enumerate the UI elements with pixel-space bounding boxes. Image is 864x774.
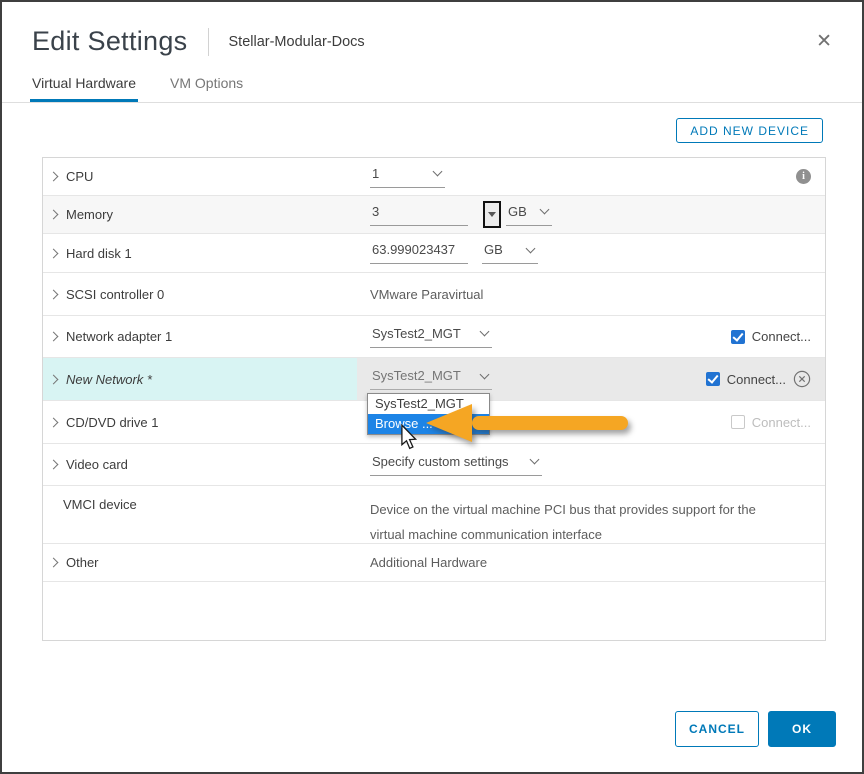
chevron-down-icon (526, 243, 536, 253)
vmci-description: Device on the virtual machine PCI bus th… (370, 497, 756, 547)
hard-disk-label-cell: Hard disk 1 (43, 234, 357, 272)
tab-virtual-hardware[interactable]: Virtual Hardware (30, 69, 138, 102)
ok-button[interactable]: OK (768, 711, 836, 747)
page-title: Edit Settings (32, 26, 188, 57)
scsi-type-value: VMware Paravirtual (370, 287, 483, 302)
network1-portgroup-value: SysTest2_MGT (372, 326, 461, 341)
row-label: Video card (66, 457, 128, 472)
menu-option-browse[interactable]: Browse ... (368, 414, 489, 434)
chevron-right-icon[interactable] (49, 460, 59, 470)
chevron-down-icon (540, 205, 550, 215)
row-video-card: Video card Specify custom settings (43, 444, 825, 486)
memory-stepper-button[interactable] (483, 201, 501, 228)
row-vmci-device: VMCI device Device on the virtual machin… (43, 486, 825, 544)
memory-unit-select[interactable]: GB (506, 204, 552, 226)
vmci-label-cell: VMCI device (43, 486, 357, 543)
row-label: Hard disk 1 (66, 246, 132, 261)
triangle-down-icon (488, 212, 496, 217)
network-dropdown-menu: SysTest2_MGT Browse ... (367, 393, 490, 435)
edit-settings-dialog: Edit Settings Stellar-Modular-Docs ✕ Vir… (0, 0, 864, 774)
other-label-cell: Other (43, 544, 357, 581)
info-icon[interactable] (796, 169, 811, 184)
row-label: CPU (66, 169, 93, 184)
chevron-down-icon (433, 167, 443, 177)
row-label: Other (66, 555, 99, 570)
toolbar: ADD NEW DEVICE (41, 118, 823, 143)
chevron-right-icon[interactable] (49, 210, 59, 220)
chevron-down-icon (480, 369, 490, 379)
chevron-right-icon[interactable] (49, 332, 59, 342)
connect-label: Connect... (752, 415, 811, 430)
remove-device-icon[interactable] (793, 370, 811, 388)
row-hard-disk: Hard disk 1 63.999023437 GB (43, 234, 825, 273)
row-cpu: CPU 1 (43, 158, 825, 196)
disk-unit-select[interactable]: GB (482, 242, 538, 264)
row-label: New Network * (66, 372, 152, 387)
connect-checkbox[interactable] (731, 330, 745, 344)
tab-vm-options[interactable]: VM Options (168, 69, 245, 102)
scsi-label-cell: SCSI controller 0 (43, 273, 357, 315)
connect-checkbox[interactable] (706, 372, 720, 386)
chevron-right-icon[interactable] (49, 417, 59, 427)
row-scsi-controller: SCSI controller 0 VMware Paravirtual (43, 273, 825, 316)
new-network-portgroup-select[interactable]: SysTest2_MGT (370, 368, 492, 390)
connect-label: Connect... (752, 329, 811, 344)
hardware-table: CPU 1 Memory 3 GB (42, 157, 826, 641)
video-settings-value: Specify custom settings (372, 454, 509, 469)
chevron-right-icon[interactable] (49, 172, 59, 182)
new-network-label-cell: New Network * (43, 358, 357, 400)
row-label: CD/DVD drive 1 (66, 415, 158, 430)
video-settings-select[interactable]: Specify custom settings (370, 454, 542, 476)
row-memory: Memory 3 GB (43, 196, 825, 234)
row-network-adapter-1: Network adapter 1 SysTest2_MGT Connect..… (43, 316, 825, 358)
menu-option-systest2-mgt[interactable]: SysTest2_MGT (368, 394, 489, 414)
chevron-right-icon[interactable] (49, 248, 59, 258)
tab-bar: Virtual Hardware VM Options (2, 69, 862, 103)
chevron-down-icon (530, 455, 540, 465)
new-network-portgroup-value: SysTest2_MGT (372, 368, 461, 383)
row-label: VMCI device (63, 497, 137, 512)
add-new-device-button[interactable]: ADD NEW DEVICE (676, 118, 823, 143)
disk-size-input[interactable]: 63.999023437 (370, 242, 468, 264)
memory-size-input[interactable]: 3 (370, 204, 468, 226)
memory-label-cell: Memory (43, 196, 357, 233)
dialog-header: Edit Settings Stellar-Modular-Docs ✕ (2, 2, 862, 57)
close-icon[interactable]: ✕ (816, 32, 832, 51)
other-value: Additional Hardware (370, 555, 487, 570)
chevron-right-icon[interactable] (49, 558, 59, 568)
connect-checkbox-disabled (731, 415, 745, 429)
cpu-count-select[interactable]: 1 (370, 166, 445, 188)
vm-name: Stellar-Modular-Docs (229, 34, 365, 50)
disk-unit-value: GB (484, 242, 503, 257)
chevron-down-icon (480, 327, 490, 337)
chevron-right-icon[interactable] (49, 289, 59, 299)
cpu-label-cell: CPU (43, 158, 357, 195)
row-label: Network adapter 1 (66, 329, 172, 344)
cancel-button[interactable]: CANCEL (675, 711, 759, 747)
memory-unit-value: GB (508, 204, 527, 219)
dialog-footer: CANCEL OK (675, 711, 836, 747)
cddvd-label-cell: CD/DVD drive 1 (43, 401, 357, 443)
row-label: SCSI controller 0 (66, 287, 164, 302)
vmci-description-line1: Device on the virtual machine PCI bus th… (370, 497, 756, 522)
title-divider (208, 28, 209, 56)
row-filler (43, 582, 825, 640)
cpu-count-value: 1 (372, 166, 379, 181)
network1-portgroup-select[interactable]: SysTest2_MGT (370, 326, 492, 348)
connect-label: Connect... (727, 372, 786, 387)
video-label-cell: Video card (43, 444, 357, 485)
row-label: Memory (66, 207, 113, 222)
network1-label-cell: Network adapter 1 (43, 316, 357, 357)
row-other: Other Additional Hardware (43, 544, 825, 582)
vmci-description-line2: virtual machine communication interface (370, 522, 756, 547)
chevron-right-icon[interactable] (49, 374, 59, 384)
